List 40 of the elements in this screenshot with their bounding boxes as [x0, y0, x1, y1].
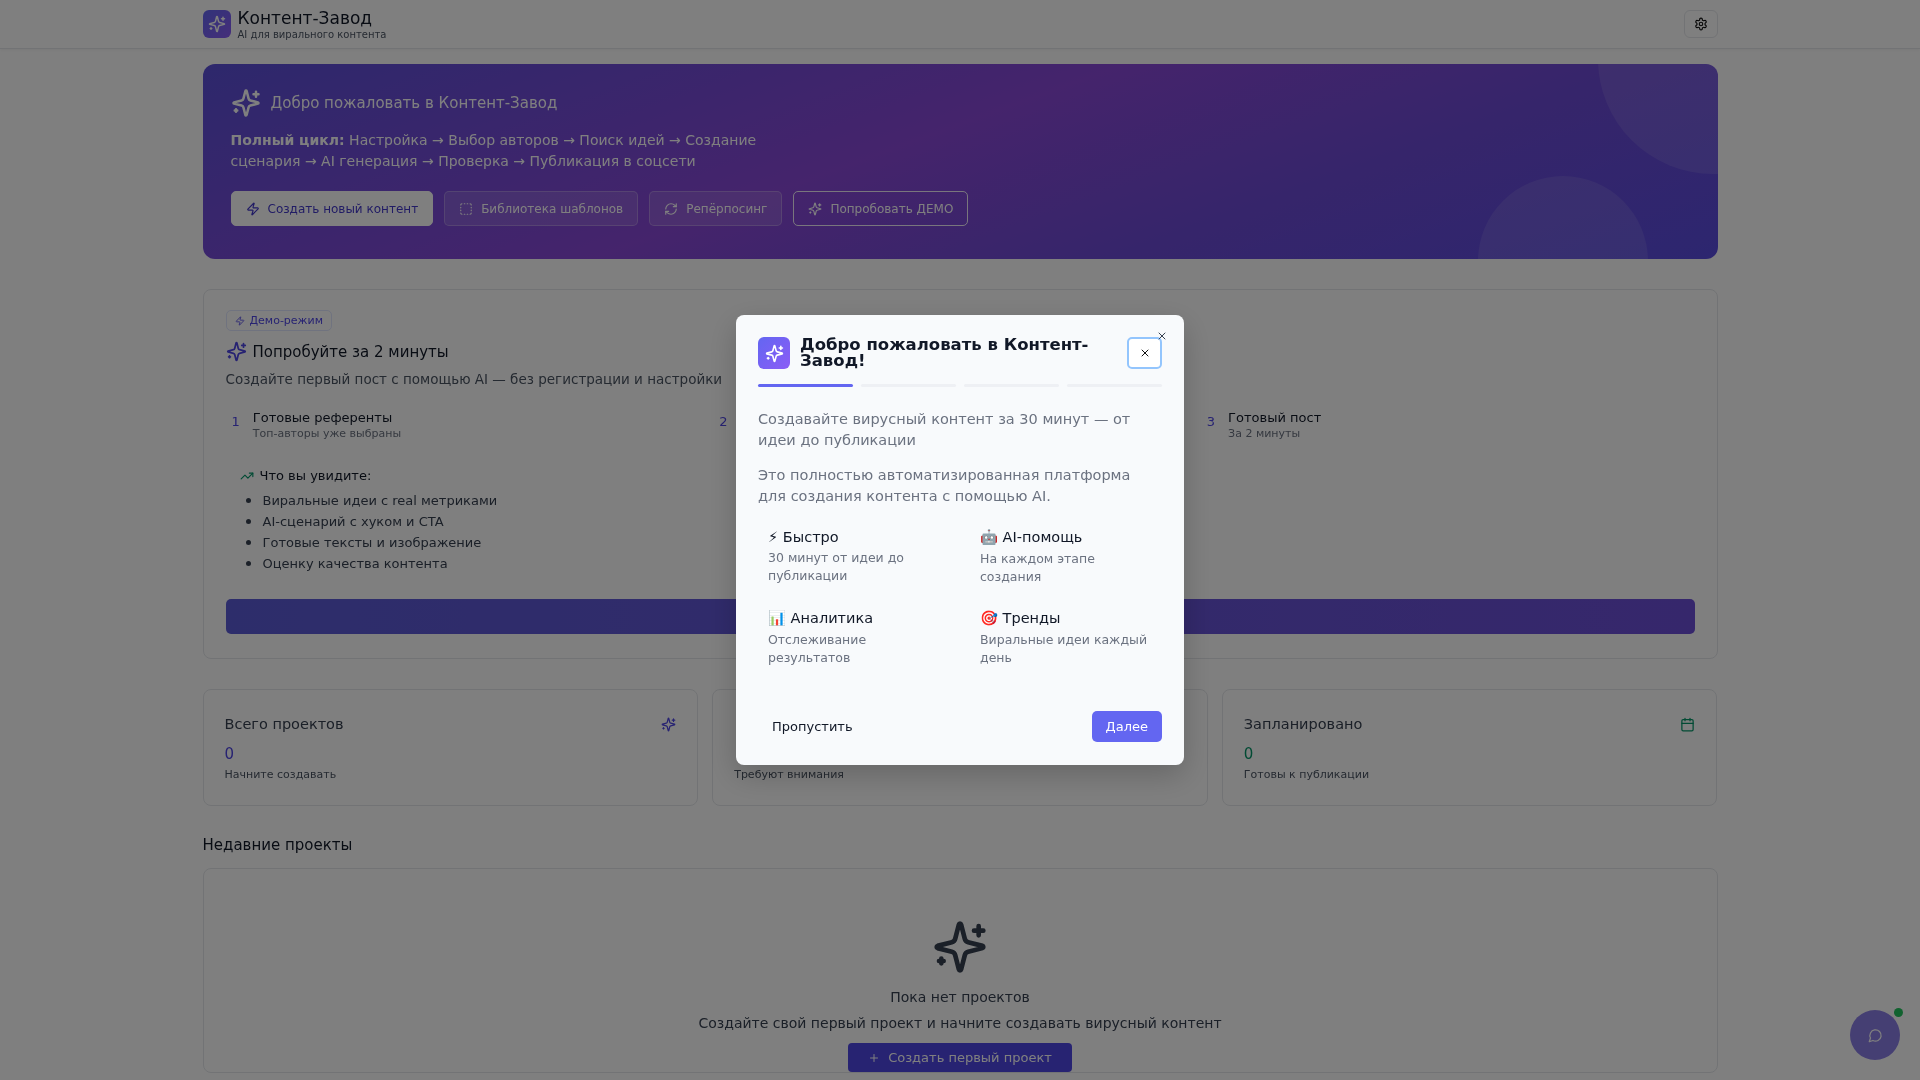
step-number: 2: [719, 413, 728, 431]
stat-title: Всего проектов: [224, 716, 344, 732]
feature-text: Виральные идеи каждый день: [980, 631, 1149, 667]
feature-text: На каждом этапе создания: [980, 550, 1096, 586]
stat-value: 0: [224, 745, 236, 764]
step-subtitle: За 2 минуты: [1228, 426, 1302, 442]
feature-text: Отслеживание результатов: [768, 631, 868, 667]
stat-caption: Требуют внимания: [734, 768, 845, 781]
feature-text: 30 минут от идеи до публикации: [768, 549, 905, 585]
stat-caption: Готовы к публикации: [1243, 768, 1371, 781]
empty-state-title: Пока нет проектов: [890, 989, 1030, 1005]
feature-title: 📊 Аналитика: [768, 610, 875, 627]
list-item: Оценку качества контента: [262, 556, 448, 571]
demo-title: Попробуйте за 2 минуты: [252, 342, 449, 361]
banner-title: Добро пожаловать в Контент-Завод: [270, 94, 558, 112]
list-item: Готовые тексты и изображение: [262, 535, 482, 550]
preview-heading: Что вы увидите:: [259, 468, 372, 483]
feature-title: 🤖 AI-помощь: [980, 529, 1084, 546]
step-subtitle: Топ-авторы уже выбраны: [252, 426, 402, 442]
step-number: 1: [231, 413, 240, 431]
list-item: AI-сценарий с хуком и CTA: [262, 514, 444, 529]
dialog-title: Добро пожаловать в Контент-Завод!: [800, 337, 1090, 369]
demo-description: Создайте первый пост с помощью AI — без регистрации и настройки: [225, 371, 724, 387]
stat-title: Запланировано: [1243, 716, 1363, 732]
badge-label: Демо-режим: [249, 314, 323, 327]
dialog-text: Это полностью автоматизированная платформа для создания контента с помощью AI.: [758, 466, 1132, 506]
banner-description: Полный цикл: Настройка → Выбор авторов → Поиск идей → Создание сценария → AI генерация → Проверка → Публикация в соцсети: [230, 131, 758, 171]
app-title: Контент-Завод: [237, 7, 374, 28]
section-heading: Недавние проекты: [202, 836, 354, 854]
empty-state-text: Создайте свой первый проект и начните создавать вирусный контент: [698, 1015, 1222, 1031]
dialog-text: Создавайте вирусный контент за 30 минут — от идеи до публикации: [758, 410, 1132, 450]
feature-title: 🎯 Тренды: [980, 610, 1062, 627]
step-title: Готовый пост: [1228, 409, 1322, 426]
step-title: Готовые референты: [252, 409, 394, 426]
stat-caption: Начните создавать: [224, 768, 338, 781]
list-item: Виральные идеи с real метриками: [262, 493, 498, 508]
stat-value: 0: [1243, 745, 1255, 764]
feature-title: ⚡ Быстро: [768, 529, 840, 545]
app-subtitle: AI для вирального контента: [237, 27, 387, 41]
step-number: 3: [1206, 413, 1216, 431]
